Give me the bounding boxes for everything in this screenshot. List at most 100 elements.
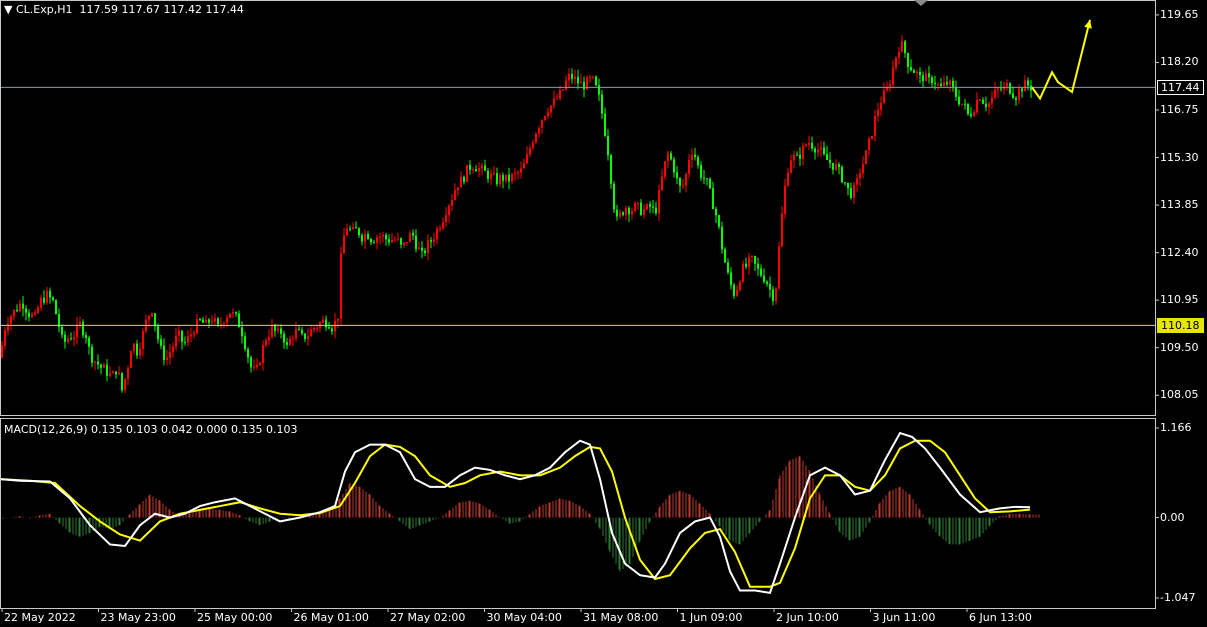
- candle-body: [883, 90, 885, 103]
- candle-body: [67, 338, 69, 342]
- candle-body: [754, 256, 756, 264]
- candle-body: [142, 331, 144, 349]
- time-tick-label: 31 May 08:00: [583, 611, 659, 624]
- candle-body: [250, 357, 252, 368]
- candle-body: [958, 96, 960, 105]
- candle-body: [823, 147, 825, 155]
- candle-body: [187, 336, 189, 343]
- candle-body: [163, 345, 165, 360]
- candle-body: [598, 85, 600, 95]
- candle-body: [850, 188, 852, 198]
- candle-body: [916, 71, 918, 74]
- candle-body: [235, 312, 237, 314]
- time-tick-label: 23 May 23:00: [100, 611, 176, 624]
- candle-body: [181, 330, 183, 342]
- time-tick-label: 2 Jun 10:00: [776, 611, 839, 624]
- macd-tick-label: 0.00: [1160, 510, 1185, 524]
- candle-body: [877, 110, 879, 116]
- candle-body: [940, 83, 942, 87]
- candle-body: [118, 372, 120, 375]
- candle-body: [838, 164, 840, 167]
- candle-body: [355, 227, 357, 229]
- candle-body: [1, 345, 3, 358]
- candle-body: [631, 210, 633, 215]
- price-tick-label: 110.95: [1160, 293, 1199, 307]
- candle-body: [415, 235, 417, 249]
- candle-body: [637, 202, 639, 204]
- candle-body: [226, 317, 228, 323]
- candle-body: [964, 103, 966, 105]
- candle-body: [859, 173, 861, 179]
- candle-body: [55, 300, 57, 315]
- candle-body: [862, 164, 864, 174]
- candle-body: [556, 98, 558, 100]
- price-tick-label: 113.85: [1160, 198, 1199, 212]
- candle-body: [1006, 83, 1008, 87]
- candle-body: [955, 87, 957, 97]
- candle-body: [43, 297, 45, 303]
- candle-body: [448, 205, 450, 216]
- candle-body: [733, 284, 735, 296]
- candle-body: [397, 238, 399, 240]
- candle-body: [16, 309, 18, 311]
- candle-body: [25, 308, 27, 313]
- trading-chart[interactable]: [0, 0, 1207, 627]
- candle-body: [31, 314, 33, 317]
- candle-body: [934, 82, 936, 85]
- candle-body: [451, 199, 453, 206]
- candle-body: [835, 164, 837, 170]
- dropdown-triangle-icon[interactable]: ▼: [4, 3, 12, 16]
- candle-body: [886, 87, 888, 91]
- candle-body: [865, 150, 867, 165]
- candle-body: [943, 82, 945, 87]
- candle-body: [676, 172, 678, 179]
- candle-body: [799, 154, 801, 159]
- candle-body: [709, 178, 711, 189]
- candle-body: [502, 175, 504, 181]
- candle-body: [361, 235, 363, 242]
- candle-body: [349, 228, 351, 230]
- price-pane[interactable]: [0, 19, 1155, 394]
- candle-body: [400, 238, 402, 245]
- candle-body: [268, 336, 270, 341]
- candle-body: [1027, 80, 1029, 86]
- candle-body: [640, 202, 642, 215]
- candle-body: [1024, 80, 1026, 92]
- candle-body: [724, 249, 726, 263]
- candle-body: [34, 312, 36, 315]
- candle-body: [256, 364, 258, 367]
- candle-body: [253, 366, 255, 368]
- price-tick-label: 115.30: [1160, 150, 1199, 164]
- candle-body: [427, 240, 429, 254]
- candle-body: [307, 336, 309, 340]
- candle-body: [664, 161, 666, 177]
- candle-body: [829, 159, 831, 163]
- candle-body: [781, 213, 783, 247]
- candle-body: [133, 343, 135, 352]
- candle-body: [985, 103, 987, 108]
- candle-body: [52, 297, 54, 301]
- candle-body: [913, 70, 915, 74]
- projection-arrow: [1031, 19, 1091, 101]
- candle-body: [106, 364, 108, 376]
- candle-body: [871, 135, 873, 139]
- macd-pane[interactable]: [0, 431, 1040, 594]
- candle-body: [757, 263, 759, 269]
- candle-body: [160, 339, 162, 346]
- candle-body: [610, 155, 612, 184]
- candle-body: [907, 53, 909, 67]
- candle-body: [403, 242, 405, 245]
- candle-body: [76, 324, 78, 338]
- candle-body: [901, 41, 903, 52]
- macd-label: MACD(12,26,9) 0.135 0.103 0.042 0.000 0.…: [4, 423, 298, 436]
- candle-body: [655, 207, 657, 214]
- candle-body: [685, 173, 687, 186]
- candle-body: [718, 215, 720, 227]
- candle-body: [154, 313, 156, 327]
- candle-body: [727, 262, 729, 273]
- candle-body: [508, 174, 510, 182]
- candle-body: [73, 337, 75, 340]
- candle-body: [46, 290, 48, 303]
- candle-body: [712, 188, 714, 210]
- candle-body: [409, 232, 411, 242]
